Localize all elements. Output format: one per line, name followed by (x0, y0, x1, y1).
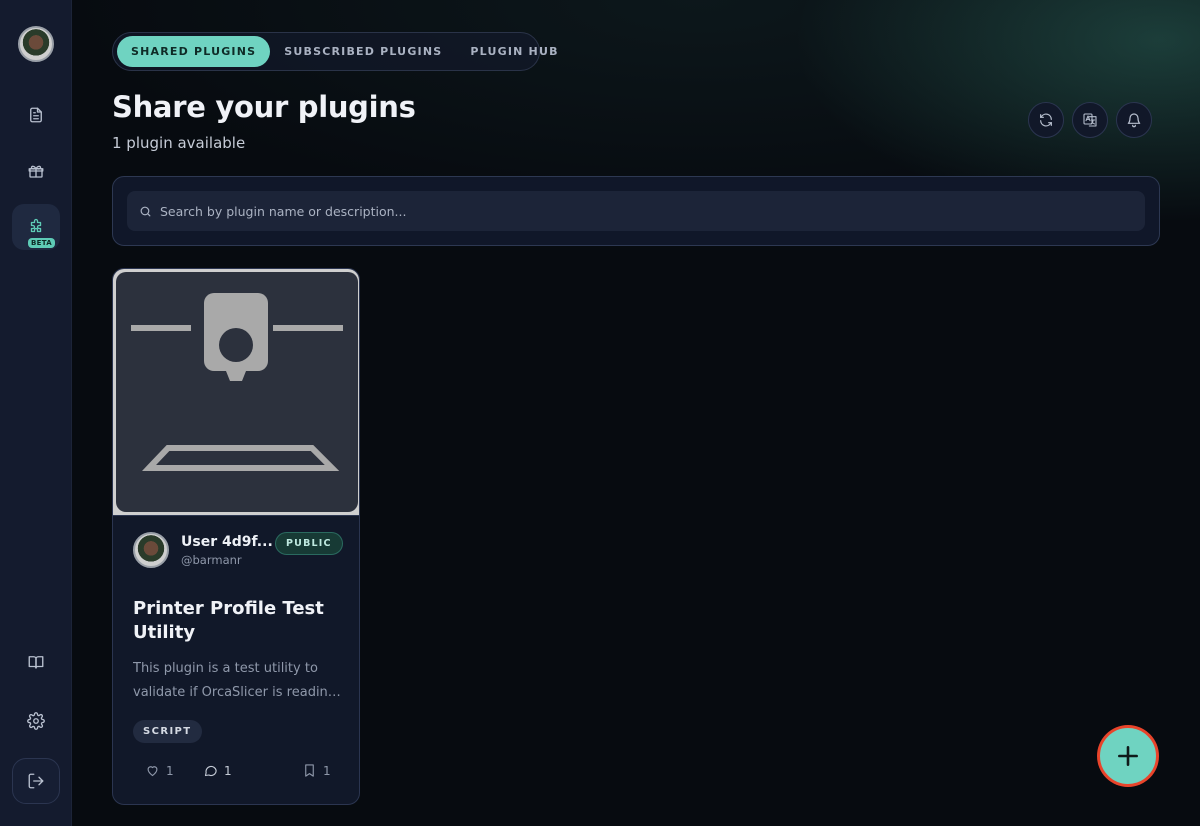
gear-icon (27, 712, 45, 730)
author-avatar (133, 532, 169, 568)
plugin-type-chip: SCRIPT (133, 720, 202, 743)
heart-icon (147, 766, 158, 777)
book-icon (28, 656, 44, 669)
plugin-thumbnail (113, 269, 359, 516)
sidebar-item-plugins[interactable]: BETA (12, 204, 60, 250)
plugin-author[interactable]: User 4d9f... @barmanr (133, 532, 273, 568)
search-icon (140, 206, 151, 216)
author-handle: @barmanr (181, 552, 242, 567)
sidebar-item-settings[interactable] (12, 698, 60, 744)
sidebar: BETA (0, 0, 72, 826)
avatar[interactable] (18, 26, 54, 62)
plugin-description: This plugin is a test utility to validat… (133, 661, 337, 700)
plus-icon (1118, 746, 1138, 766)
header-actions (1028, 102, 1152, 138)
beta-badge: BETA (28, 238, 55, 248)
sidebar-item-gifts[interactable] (12, 148, 60, 194)
sidebar-item-documents[interactable] (12, 92, 60, 138)
logout-button[interactable] (12, 758, 60, 804)
bookmark-button[interactable]: 1 (302, 763, 331, 778)
plugin-title: Printer Profile Test Utility (133, 598, 324, 643)
puzzle-icon (30, 218, 42, 233)
comment-button[interactable]: 1 (203, 763, 232, 778)
search-bar[interactable] (127, 191, 1145, 231)
plugin-count: 1 plugin available (112, 134, 246, 152)
tab-shared-plugins[interactable]: SHARED PLUGINS (117, 36, 271, 67)
refresh-icon (1040, 113, 1052, 127)
sidebar-item-docs[interactable] (12, 639, 60, 685)
plugin-card[interactable]: User 4d9f... @barmanr PUBLIC Printer Pro… (112, 268, 360, 805)
document-icon (30, 107, 42, 123)
add-plugin-button[interactable] (1098, 726, 1158, 786)
like-button[interactable]: 1 (145, 763, 174, 778)
author-name: User 4d9f... (181, 533, 273, 550)
printer-icon (131, 293, 343, 471)
translate-icon (1083, 113, 1097, 127)
like-count: 1 (166, 763, 174, 778)
search-panel (112, 176, 1160, 246)
bookmark-icon (305, 764, 314, 777)
plugin-tabs: SHARED PLUGINS SUBSCRIBED PLUGINS PLUGIN… (112, 32, 557, 71)
bell-icon (1127, 113, 1141, 128)
gift-icon (28, 165, 44, 178)
notifications-button[interactable] (1116, 102, 1152, 138)
main-content: SHARED PLUGINS SUBSCRIBED PLUGINS PLUGIN… (72, 0, 1200, 826)
logout-icon (28, 773, 44, 789)
translate-button[interactable] (1072, 102, 1108, 138)
tab-subscribed-plugins[interactable]: SUBSCRIBED PLUGINS (270, 36, 456, 67)
refresh-button[interactable] (1028, 102, 1064, 138)
page-title: Share your plugins (112, 90, 416, 124)
bookmark-count: 1 (323, 763, 331, 778)
tab-plugin-hub[interactable]: PLUGIN HUB (456, 36, 572, 67)
search-input[interactable] (160, 203, 1133, 219)
plugin-stats: 1 1 1 (145, 763, 335, 779)
comment-count: 1 (224, 763, 232, 778)
visibility-badge: PUBLIC (275, 532, 343, 555)
comment-icon (204, 765, 217, 777)
